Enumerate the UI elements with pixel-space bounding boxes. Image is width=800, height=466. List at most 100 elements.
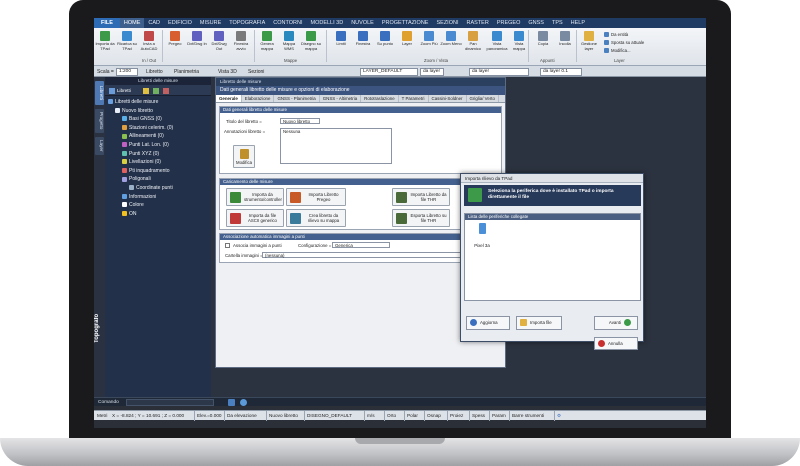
ribbon-tab-tps[interactable]: TPS	[548, 18, 567, 28]
config-select[interactable]: Generica	[332, 242, 390, 248]
ribbon-tab-progettazione[interactable]: PROGETTAZIONE	[378, 18, 433, 28]
annotazioni-textarea[interactable]: Nessuna	[280, 128, 392, 164]
ribbon-button-gestione-layer[interactable]: Gestione layer	[578, 30, 600, 60]
disegno-status[interactable]: DISEGNO_DEFAULT	[304, 411, 352, 421]
dialog-tab[interactable]: Elaborazione	[242, 95, 275, 102]
ribbon-button-finestra[interactable]: Finestra	[352, 30, 374, 60]
ribbon-button-vista-panoramica[interactable]: Vista panoramica	[486, 30, 508, 60]
ribbon-tab-misure[interactable]: MISURE	[196, 18, 225, 28]
libretti-dropdown[interactable]: Libretti	[117, 87, 131, 94]
ribbon-button-disegno-su-mappa[interactable]: Disegno su mappa	[300, 30, 322, 60]
ribbon-button-dxf-dwg-out[interactable]: Dxf/Dwg Out	[208, 30, 230, 60]
ribbon-button-ricarica-su-tpad[interactable]: Ricarica su TPad	[116, 30, 138, 60]
ribbon-small-2[interactable]: Modifica...	[604, 47, 631, 54]
caricamento-button[interactable]: Importa da file ASCII generico	[226, 209, 284, 227]
ms-toggle[interactable]: m/s	[364, 411, 375, 421]
ribbon-button-importa-da-tpad[interactable]: Importa da TPad	[94, 30, 116, 60]
ribbon-button-zoom-meno[interactable]: Zoom Meno	[440, 30, 462, 60]
tree-node[interactable]: Livellazioni (0)	[105, 158, 211, 167]
modifica-button[interactable]: Modifica	[233, 145, 255, 168]
settings-icon[interactable]	[143, 87, 149, 94]
tree-node[interactable]: Poligonali	[105, 175, 211, 184]
ribbon-button-su-punto[interactable]: Su punto	[374, 30, 396, 60]
osnap-toggle[interactable]: Osnap	[424, 411, 441, 421]
planimetria-button[interactable]: Planimetria	[174, 68, 199, 76]
dialog-tab[interactable]: GNSS - Planimetria	[274, 95, 320, 102]
ribbon-button-dxf-dwg-in[interactable]: Dxf/Dwg In	[186, 30, 208, 60]
caricamento-button[interactable]: Importa Libretto Pregeo	[286, 188, 346, 206]
tree-node[interactable]: Coordinate punti	[105, 184, 211, 193]
linetype-select[interactable]: da layer	[469, 67, 529, 76]
ribbon-button-zoom-pi-[interactable]: Zoom Più	[418, 30, 440, 60]
ribbon-button-mappa-wms[interactable]: Mappa WMS	[278, 30, 300, 60]
ribbon-button-pregeo[interactable]: Pregeo	[164, 30, 186, 60]
ribbon-tab-topografia[interactable]: TOPOGRAFIA	[225, 18, 269, 28]
proiez-toggle[interactable]: Proiez	[447, 411, 463, 421]
ribbon-button-vista-mappa[interactable]: Vista mappa	[508, 30, 530, 60]
tree-node[interactable]: Punti Lat. Lon. (0)	[105, 141, 211, 150]
aggiorna-button[interactable]: Aggiorna	[466, 316, 510, 330]
ribbon-button-incolla[interactable]: Incolla	[554, 30, 576, 60]
left-tab-libretti[interactable]: Libretti	[95, 81, 104, 105]
titolo-input[interactable]: Nuovo libretto	[280, 118, 320, 124]
barre-strumenti-button[interactable]: Barre strumenti	[509, 411, 544, 421]
tree-node[interactable]: Pti inquadramento	[105, 167, 211, 176]
ribbon-tab-nuvole[interactable]: NUVOLE	[347, 18, 378, 28]
ribbon-button-invia-a-autocad[interactable]: Invia a AutoCAD	[138, 30, 160, 60]
dialog-tab[interactable]: Cassini-Soldner	[429, 95, 467, 102]
left-tab-layer[interactable]: Layer	[95, 137, 104, 155]
ribbon-button-genera-mappa[interactable]: Genera mappa	[256, 30, 278, 60]
dialog-tab[interactable]: Rototraslazione	[361, 95, 399, 102]
tree-node[interactable]: Basi GNSS (0)	[105, 115, 211, 124]
polar-toggle[interactable]: Polar	[404, 411, 418, 421]
param-toggle[interactable]: Param	[489, 411, 506, 421]
caricamento-button[interactable]: Esporta Libretto su file THR	[392, 209, 450, 227]
ribbon-tab-contorni[interactable]: CONTORNI	[269, 18, 306, 28]
undo-icon[interactable]	[240, 399, 247, 406]
add-icon[interactable]	[153, 87, 159, 94]
color-select[interactable]: da layer	[420, 67, 444, 76]
tree-node[interactable]: Libretti delle misure	[105, 98, 211, 107]
da-elevazione-button[interactable]: Da elevazione	[224, 411, 257, 421]
gear-icon[interactable]: ⚙	[554, 411, 561, 421]
tree-node[interactable]: Punti XYZ (0)	[105, 150, 211, 159]
ribbon-tab-pregeo[interactable]: PREGEO	[493, 18, 525, 28]
orto-toggle[interactable]: Orto	[384, 411, 396, 421]
ribbon-button-limiti[interactable]: Limiti	[330, 30, 352, 60]
dialog-tab[interactable]: GNSS - Altimetria	[320, 95, 362, 102]
ribbon-tab-modelli-3d[interactable]: MODELLI 3D	[306, 18, 347, 28]
libretto-button[interactable]: Libretto	[146, 68, 163, 76]
ribbon-tab-sezioni[interactable]: SEZIONI	[432, 18, 462, 28]
avanti-button[interactable]: Avanti	[594, 316, 638, 330]
associa-checkbox[interactable]	[225, 243, 230, 248]
dialog-tab[interactable]: Generale	[216, 95, 242, 102]
sezioni-button[interactable]: Sezioni	[248, 68, 264, 76]
delete-icon[interactable]	[163, 87, 169, 94]
ribbon-tab-home[interactable]: HOME	[119, 18, 145, 28]
caricamento-button[interactable]: Importa Libretto da file THR	[392, 188, 450, 206]
tree-node[interactable]: ON	[105, 210, 211, 219]
ribbon-tab-raster[interactable]: RASTER	[463, 18, 493, 28]
layer-select[interactable]: LAYER_DEFAULT	[360, 67, 418, 76]
tree-node[interactable]: Nuovo libretto	[105, 107, 211, 116]
tree-node[interactable]: Stazioni celerim. (0)	[105, 124, 211, 133]
importa-file-button[interactable]: Importa file	[516, 316, 562, 330]
lineweight-select[interactable]: da layer 0.1	[540, 67, 582, 76]
ribbon-small-1[interactable]: Sposta su attuale	[604, 39, 644, 46]
ribbon-small-0[interactable]: Da entità	[604, 31, 628, 38]
device-item[interactable]: Pixel 3a	[472, 223, 492, 252]
caricamento-button[interactable]: Crea libretto da rilievo su mappa	[286, 209, 346, 227]
ribbon-tab-help[interactable]: HELP	[567, 18, 589, 28]
nuovo-libretto-status[interactable]: Nuovo libretto	[266, 411, 298, 421]
ribbon-tab-cad[interactable]: CAD	[144, 18, 164, 28]
ribbon-button-layer[interactable]: Layer	[396, 30, 418, 60]
dialog-tab[interactable]: Griglia/ Verto	[467, 95, 499, 102]
ribbon-tab-file[interactable]: FILE	[94, 18, 120, 28]
ribbon-tab-edificio[interactable]: EDIFICIO	[164, 18, 196, 28]
caricamento-button[interactable]: Importa da strumento/controller	[226, 188, 284, 206]
tree-node[interactable]: Allineamenti (0)	[105, 132, 211, 141]
dialog-tab[interactable]: T Parametri	[399, 95, 429, 102]
ribbon-button-finestra-avvio[interactable]: Finestra avvio	[230, 30, 252, 60]
command-input[interactable]	[126, 399, 214, 406]
left-tab-progetto[interactable]: Progetto	[95, 109, 104, 133]
